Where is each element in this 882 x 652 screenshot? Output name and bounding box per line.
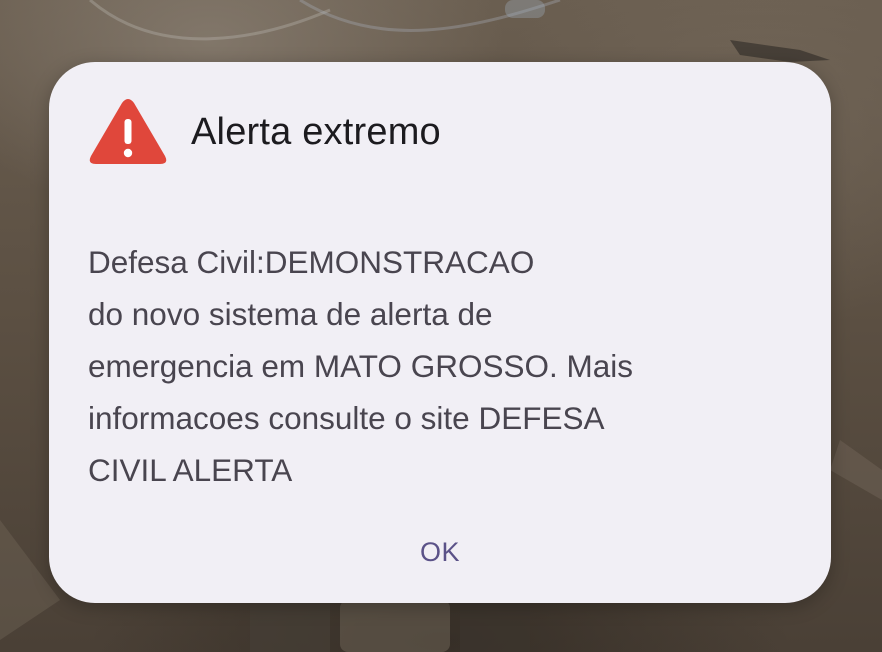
alert-header: Alerta extremo <box>89 98 441 166</box>
ok-button[interactable]: OK <box>401 524 479 580</box>
alert-message-line: informacoes consulte o site DEFESA <box>88 400 605 436</box>
emergency-alert-dialog: Alerta extremo Defesa Civil:DEMONSTRACAO… <box>49 62 831 603</box>
alert-message-line: emergencia em MATO GROSSO. Mais <box>88 348 633 384</box>
warning-triangle-icon <box>89 99 167 164</box>
alert-message-line: do novo sistema de alerta de <box>88 296 493 332</box>
alert-message-line: CIVIL ALERTA <box>88 452 293 488</box>
alert-message-line: Defesa Civil:DEMONSTRACAO <box>88 244 535 280</box>
alert-title: Alerta extremo <box>191 110 441 153</box>
alert-message: Defesa Civil:DEMONSTRACAO do novo sistem… <box>88 236 798 496</box>
